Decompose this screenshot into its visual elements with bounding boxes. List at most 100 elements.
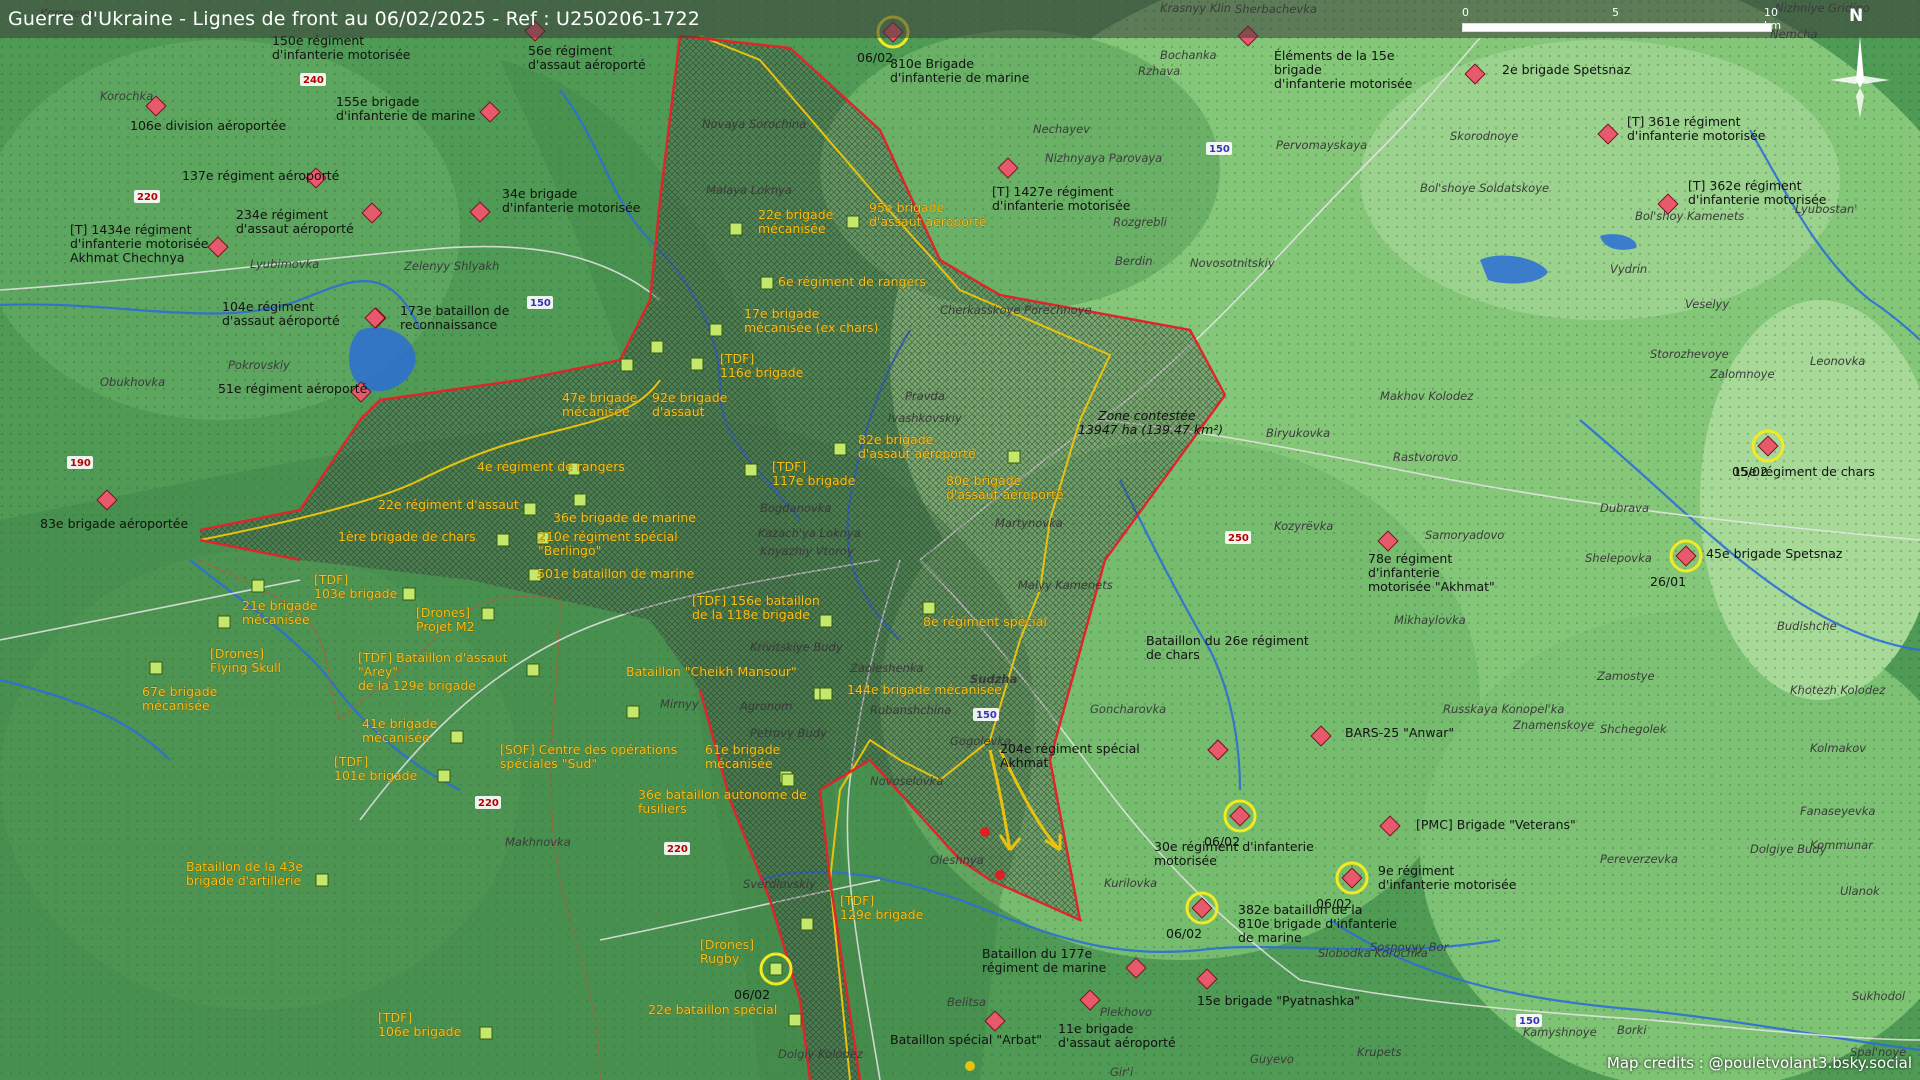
ukrainian-unit-label-line: 116e brigade [720,365,804,380]
place-name: Zamostye [1596,669,1655,683]
ukrainian-unit-icon [437,769,451,783]
ukrainian-unit-label-line: Projet M2 [416,619,475,634]
place-name: Cherkasskoye Porechnoye [940,303,1092,317]
ukrainian-unit-label-line: [SOF] Centre des opérations [500,742,677,757]
place-name: Zelenyy Shlyakh [403,259,499,273]
ukrainian-unit-icon [620,358,634,372]
place-name: Budishche [1777,619,1837,633]
ukrainian-unit-icon [690,357,704,371]
place-name: Khotezh Kolodez [1790,683,1886,697]
road-number: 250 [1225,531,1251,544]
russian-unit-label-line: [T] 362e régiment [1688,178,1802,193]
place-name: Pravda [905,389,945,403]
russian-unit-label-line: 382e bataillon de la [1238,902,1362,917]
unit-date: 06/02 [1204,834,1240,849]
place-name: Bochanka [1160,48,1217,62]
ukrainian-unit-icon [573,493,587,507]
road-number: 220 [664,842,690,855]
russian-unit-label-line: [T] 361e régiment [1627,114,1741,129]
russian-unit-label-line: 204e régiment spécial [1000,741,1140,756]
russian-unit-label: 51e régiment aéroporté [218,381,368,396]
ukrainian-unit-icon [217,615,231,629]
ukrainian-unit-label-line: "Berlingo" [538,543,601,558]
ukrainian-unit-label-line: 82e brigade [858,432,934,447]
place-name: Petrovy Budy [750,726,827,740]
ukrainian-unit-label-line: "Arey" [358,664,398,679]
road-number: 190 [67,456,93,469]
ukrainian-unit-label-line: 36e bataillon autonome de [638,787,807,802]
russian-unit-label-line: d'infanterie motorisée [502,200,641,215]
russian-unit-label-line: d'assaut aéroporté [236,221,354,236]
place-name: Rzhava [1138,64,1180,78]
ukrainian-unit-icon [744,463,758,477]
ukrainian-unit-label-line: Bataillon de la 43e [186,859,303,874]
place-name: Makhov Kolodez [1380,389,1474,403]
place-name: Obukhovka [100,375,165,389]
unit-date: 06/02 [857,50,893,65]
ukrainian-unit-label: [Drones] Projet M2 [416,605,475,634]
place-name: Oleshnya [930,853,984,867]
russian-unit-label-line: d'assaut aéroporté [1058,1035,1176,1050]
scale-label-0: 0 [1462,6,1469,19]
place-name: Nechayev [1033,122,1090,136]
place-name: Goncharovka [1090,702,1166,716]
ukrainian-unit-icon [833,442,847,456]
ukrainian-unit-icon [729,222,743,236]
russian-unit-label-line: 810e Brigade [890,56,974,71]
place-name: Sosnovyy Bor [1370,940,1450,954]
place-name: Novoselovka [870,774,943,788]
ukrainian-unit-label: 4e régiment de rangers [477,459,625,474]
place-name: Novaya Sorochina [702,117,806,131]
ukrainian-unit-label-line: Rugby [700,951,740,966]
place-name: Ivashkovskiy [888,411,962,425]
road-number: 150 [1206,142,1232,155]
ukrainian-unit-icon [523,502,537,516]
place-name: Sverdlovskiy [743,877,816,891]
ukrainian-unit-label-line: 101e brigade [334,768,418,783]
ukrainian-unit-label: 36e brigade de marine [553,510,696,525]
ukrainian-unit-label-line: Flying Skull [210,660,281,675]
ukrainian-unit-label-line: [TDF] [378,1010,412,1025]
place-name: Knyazhiy Vtoroy [760,544,854,558]
front-map[interactable]: 240220150190150250150220220150 KorenevoS… [0,0,1920,1080]
ukrainian-unit[interactable]: 501e bataillon de marine [528,566,695,582]
russian-unit-label-line: d'infanterie motorisée [70,236,209,251]
ukrainian-unit-label: Bataillon "Cheikh Mansour" [626,664,797,679]
russian-unit-label-line: d'infanterie de marine [336,108,476,123]
place-name: Sukhodol [1852,989,1906,1003]
ukrainian-unit-label: 6e régiment de rangers [778,274,926,289]
ukrainian-unit-label: 1ère brigade de chars [338,529,476,544]
ukrainian-unit-icon [846,215,860,229]
ukrainian-unit-label-line: spéciales "Sud" [500,756,597,771]
ukrainian-unit-label-line: [Drones] [700,937,754,952]
ukrainian-unit[interactable]: 4e régiment de rangers [477,459,625,476]
place-name: Mikhaylovka [1394,613,1466,627]
ukrainian-unit-label-line: [TDF] [840,893,874,908]
ukrainian-unit-label: 47e brigade mécanisée [562,390,638,419]
ukrainian-unit-label: 22e bataillon spécial [648,1002,777,1017]
place-name: Bogdanovka [760,501,831,515]
place-name: Agronom [739,699,792,713]
ukrainian-unit-label-line: 1ère brigade de chars [338,529,476,544]
ukrainian-unit-label: 501e bataillon de marine [537,566,695,581]
road-number-label: 240 [303,75,324,86]
ukrainian-unit-icon [149,661,163,675]
ukrainian-unit[interactable]: 6e régiment de rangers [760,274,926,290]
place-name: Bol'shoye Soldatskoye [1420,181,1549,195]
ukrainian-unit-label-line: d'assaut aéroporté [869,214,987,229]
ukrainian-unit-icon [819,614,833,628]
place-name: Zaoleshenka [849,661,924,675]
russian-unit-label-line: 155e brigade [336,94,420,109]
russian-unit-label: 106e division aéroportée [130,118,287,133]
russian-unit-label-line: d'infanterie motorisée [272,47,411,62]
ukrainian-unit-icon [402,587,416,601]
unit-date: 05/02 [1732,464,1768,479]
ukrainian-unit-label-line: 47e brigade [562,390,638,405]
ukrainian-unit-label-line: 22e régiment d'assaut [378,497,519,512]
ukrainian-unit-label-line: 8e régiment spécial [923,614,1047,629]
place-name: Znamenskoye [1512,718,1594,732]
ukrainian-unit-label-line: mécanisée [705,756,773,771]
russian-unit-label: [T] 1427e régiment d'infanterie motorisée [992,184,1131,213]
ukrainian-unit-label-line: 210e régiment spécial [538,529,678,544]
ukrainian-unit-label-line: d'assaut [652,404,705,419]
